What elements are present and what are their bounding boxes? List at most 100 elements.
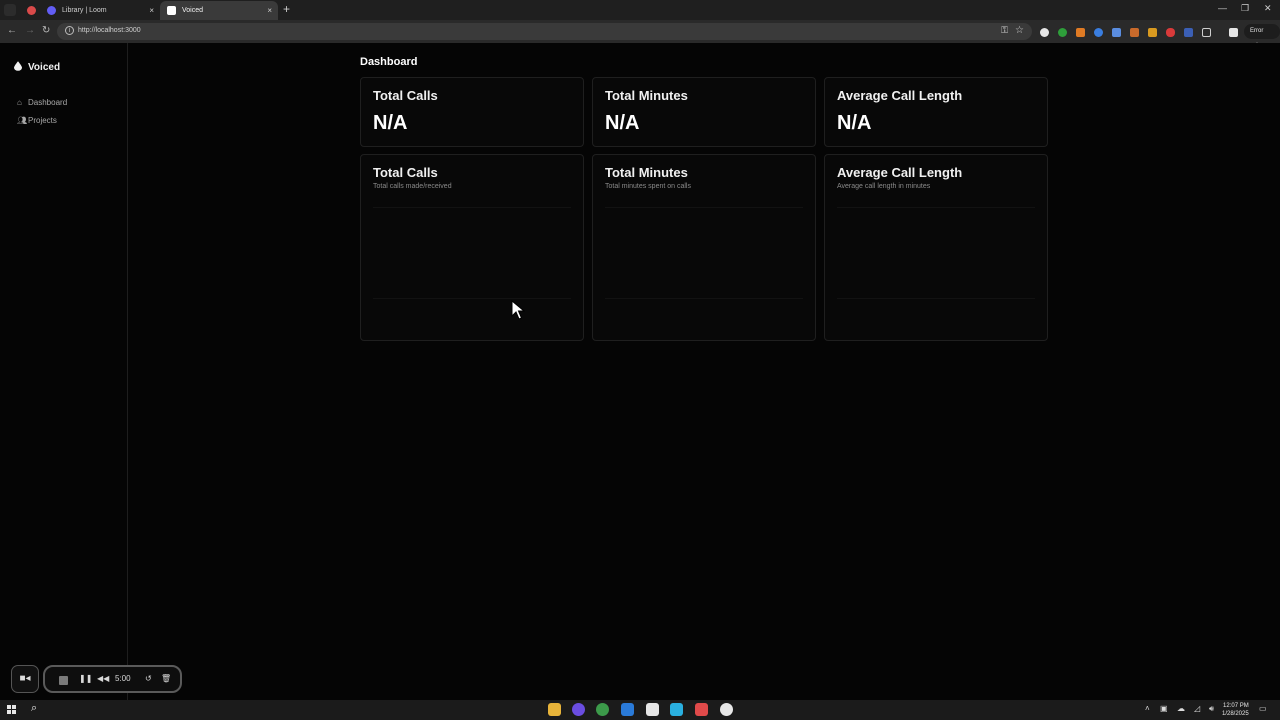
sidebar-item-label: Dashboard [28, 98, 68, 107]
stat-card-total-minutes: Total Minutes N/A [592, 77, 816, 147]
minimize-button[interactable]: — [1218, 3, 1227, 13]
brand[interactable]: Voiced [14, 61, 60, 73]
chart-baseline [373, 298, 571, 299]
app-icon[interactable] [720, 703, 733, 716]
address-bar[interactable]: i http://localhost:3000 ⚿ ☆ [57, 23, 1032, 40]
extension-icon[interactable] [1040, 28, 1049, 37]
chart-subtitle: Total minutes spent on calls [605, 183, 691, 190]
chrome-icon[interactable] [596, 703, 609, 716]
chart-gridline [373, 207, 571, 208]
chart-baseline [837, 298, 1035, 299]
file-explorer-icon[interactable] [548, 703, 561, 716]
extension-icon[interactable] [1076, 28, 1085, 37]
voiced-tab-icon [167, 6, 176, 15]
chart-card-total-calls: Total Calls Total calls made/received [360, 154, 584, 341]
extension-icon[interactable] [1094, 28, 1103, 37]
app-content: Voiced ⌂ Dashboard 👥︎Projects Dashboard T… [0, 43, 1280, 700]
chart-subtitle: Total calls made/received [373, 183, 452, 190]
sidebar: Voiced ⌂ Dashboard 👥︎Projects [0, 43, 128, 700]
volume-icon[interactable]: 🔊︎ [1209, 704, 1214, 714]
pinned-tab-icon [27, 6, 36, 15]
taskbar: ⌕ ˄ ▣ ☁ ◿ 🔊︎ 12:07 PM 1/28/2025 ▭ [0, 700, 1280, 720]
taskbar-clock[interactable]: 12:07 PM 1/28/2025 [1222, 702, 1249, 718]
loom-icon [47, 6, 56, 15]
profile-icon[interactable] [1229, 28, 1238, 37]
notifications-icon[interactable]: ▭ [1259, 704, 1267, 713]
stop-recording-button[interactable] [59, 676, 68, 685]
forward-button[interactable]: → [25, 25, 35, 36]
extension-icon[interactable] [1058, 28, 1067, 37]
bookmark-star-icon[interactable]: ☆ [1015, 25, 1024, 36]
tray-cloud-icon[interactable]: ☁ [1177, 704, 1185, 713]
close-tab-icon[interactable]: × [149, 1, 154, 20]
app-icon[interactable] [695, 703, 708, 716]
stat-title: Total Minutes [605, 88, 688, 103]
error-label: Error [1250, 28, 1264, 34]
tab-voiced[interactable]: Voiced × [160, 1, 278, 20]
extensions-puzzle-icon[interactable] [1202, 28, 1211, 37]
clock-time: 12:07 PM [1223, 703, 1249, 709]
sidebar-item-dashboard[interactable]: ⌂ Dashboard [17, 98, 67, 107]
chart-title: Total Calls [373, 165, 438, 180]
tray-app-icon[interactable]: ▣ [1160, 704, 1168, 713]
extension-icon[interactable] [1148, 28, 1157, 37]
vscode-icon[interactable] [621, 703, 634, 716]
tray-chevron-icon[interactable]: ˄ [1145, 704, 1150, 713]
recorder-bar: ❚❚ ◀◀ 5:00 ↺ 🗑︎ [43, 665, 182, 693]
clock-date: 1/28/2025 [1222, 711, 1249, 717]
brand-name: Voiced [28, 62, 61, 73]
network-icon[interactable]: ◿ [1194, 704, 1200, 713]
close-window-button[interactable]: ✕ [1264, 3, 1272, 14]
error-button[interactable]: Error ⋮ [1244, 24, 1280, 49]
pause-icon[interactable]: ❚❚ [79, 674, 92, 683]
password-key-icon[interactable]: ⚿ [1001, 25, 1008, 36]
users-icon: 👥︎ [17, 116, 28, 125]
reload-button[interactable]: ↻ [42, 25, 50, 36]
extension-icon[interactable] [1166, 28, 1175, 37]
tab-library-loom[interactable]: Library | Loom × [40, 1, 160, 20]
tab-label: Voiced [182, 7, 204, 14]
rewind-icon[interactable]: ◀◀ [97, 674, 109, 683]
url-text[interactable]: http://localhost:3000 [78, 27, 141, 34]
extension-icon[interactable] [1184, 28, 1193, 37]
extension-icon[interactable] [1130, 28, 1139, 37]
extension-icon[interactable] [1112, 28, 1121, 37]
browser-tab-bar: Library | Loom × Voiced × + — ❐ ✕ [0, 0, 1280, 20]
chart-card-total-minutes: Total Minutes Total minutes spent on cal… [592, 154, 816, 341]
home-icon: ⌂ [17, 98, 22, 107]
stat-card-total-calls: Total Calls N/A [360, 77, 584, 147]
chart-card-average-call-length: Average Call Length Average call length … [824, 154, 1048, 341]
app-icon[interactable] [670, 703, 683, 716]
stat-title: Average Call Length [837, 88, 963, 103]
chart-gridline [837, 207, 1035, 208]
browser-toolbar: ← → ↻ i http://localhost:3000 ⚿ ☆ Error … [0, 20, 1280, 49]
restart-icon[interactable]: ↺ [145, 674, 152, 683]
chart-gridline [605, 207, 803, 208]
chart-title: Average Call Length [837, 165, 963, 180]
sidebar-item-projects[interactable]: 👥︎Projects [17, 116, 57, 125]
restore-button[interactable]: ❐ [1241, 3, 1249, 14]
site-info-icon[interactable]: i [65, 26, 74, 35]
new-tab-button[interactable]: + [283, 2, 290, 16]
recorder-controls: ■◂ ❚❚ ◀◀ 5:00 ↺ 🗑︎ [11, 665, 182, 693]
mouse-cursor-icon [511, 300, 525, 320]
search-icon[interactable]: ⌕ [31, 702, 37, 715]
pinned-tab[interactable] [22, 1, 40, 20]
camera-icon[interactable]: ■◂ [11, 665, 39, 693]
windows-start-icon[interactable] [7, 705, 17, 715]
stat-value: N/A [605, 112, 640, 134]
stat-title: Total Calls [373, 88, 438, 103]
tab-search-button[interactable] [4, 4, 16, 16]
chart-subtitle: Average call length in minutes [837, 183, 931, 190]
notion-icon[interactable] [646, 703, 659, 716]
stat-card-average-call-length: Average Call Length N/A [824, 77, 1048, 147]
chart-baseline [605, 298, 803, 299]
close-tab-icon[interactable]: × [267, 1, 272, 20]
app-icon[interactable] [572, 703, 585, 716]
sidebar-item-label: Projects [28, 116, 57, 125]
droplet-icon [14, 61, 22, 71]
chart-title: Total Minutes [605, 165, 688, 180]
tab-label: Library | Loom [62, 7, 107, 14]
back-button[interactable]: ← [7, 25, 17, 36]
delete-icon[interactable]: 🗑︎ [161, 674, 171, 683]
